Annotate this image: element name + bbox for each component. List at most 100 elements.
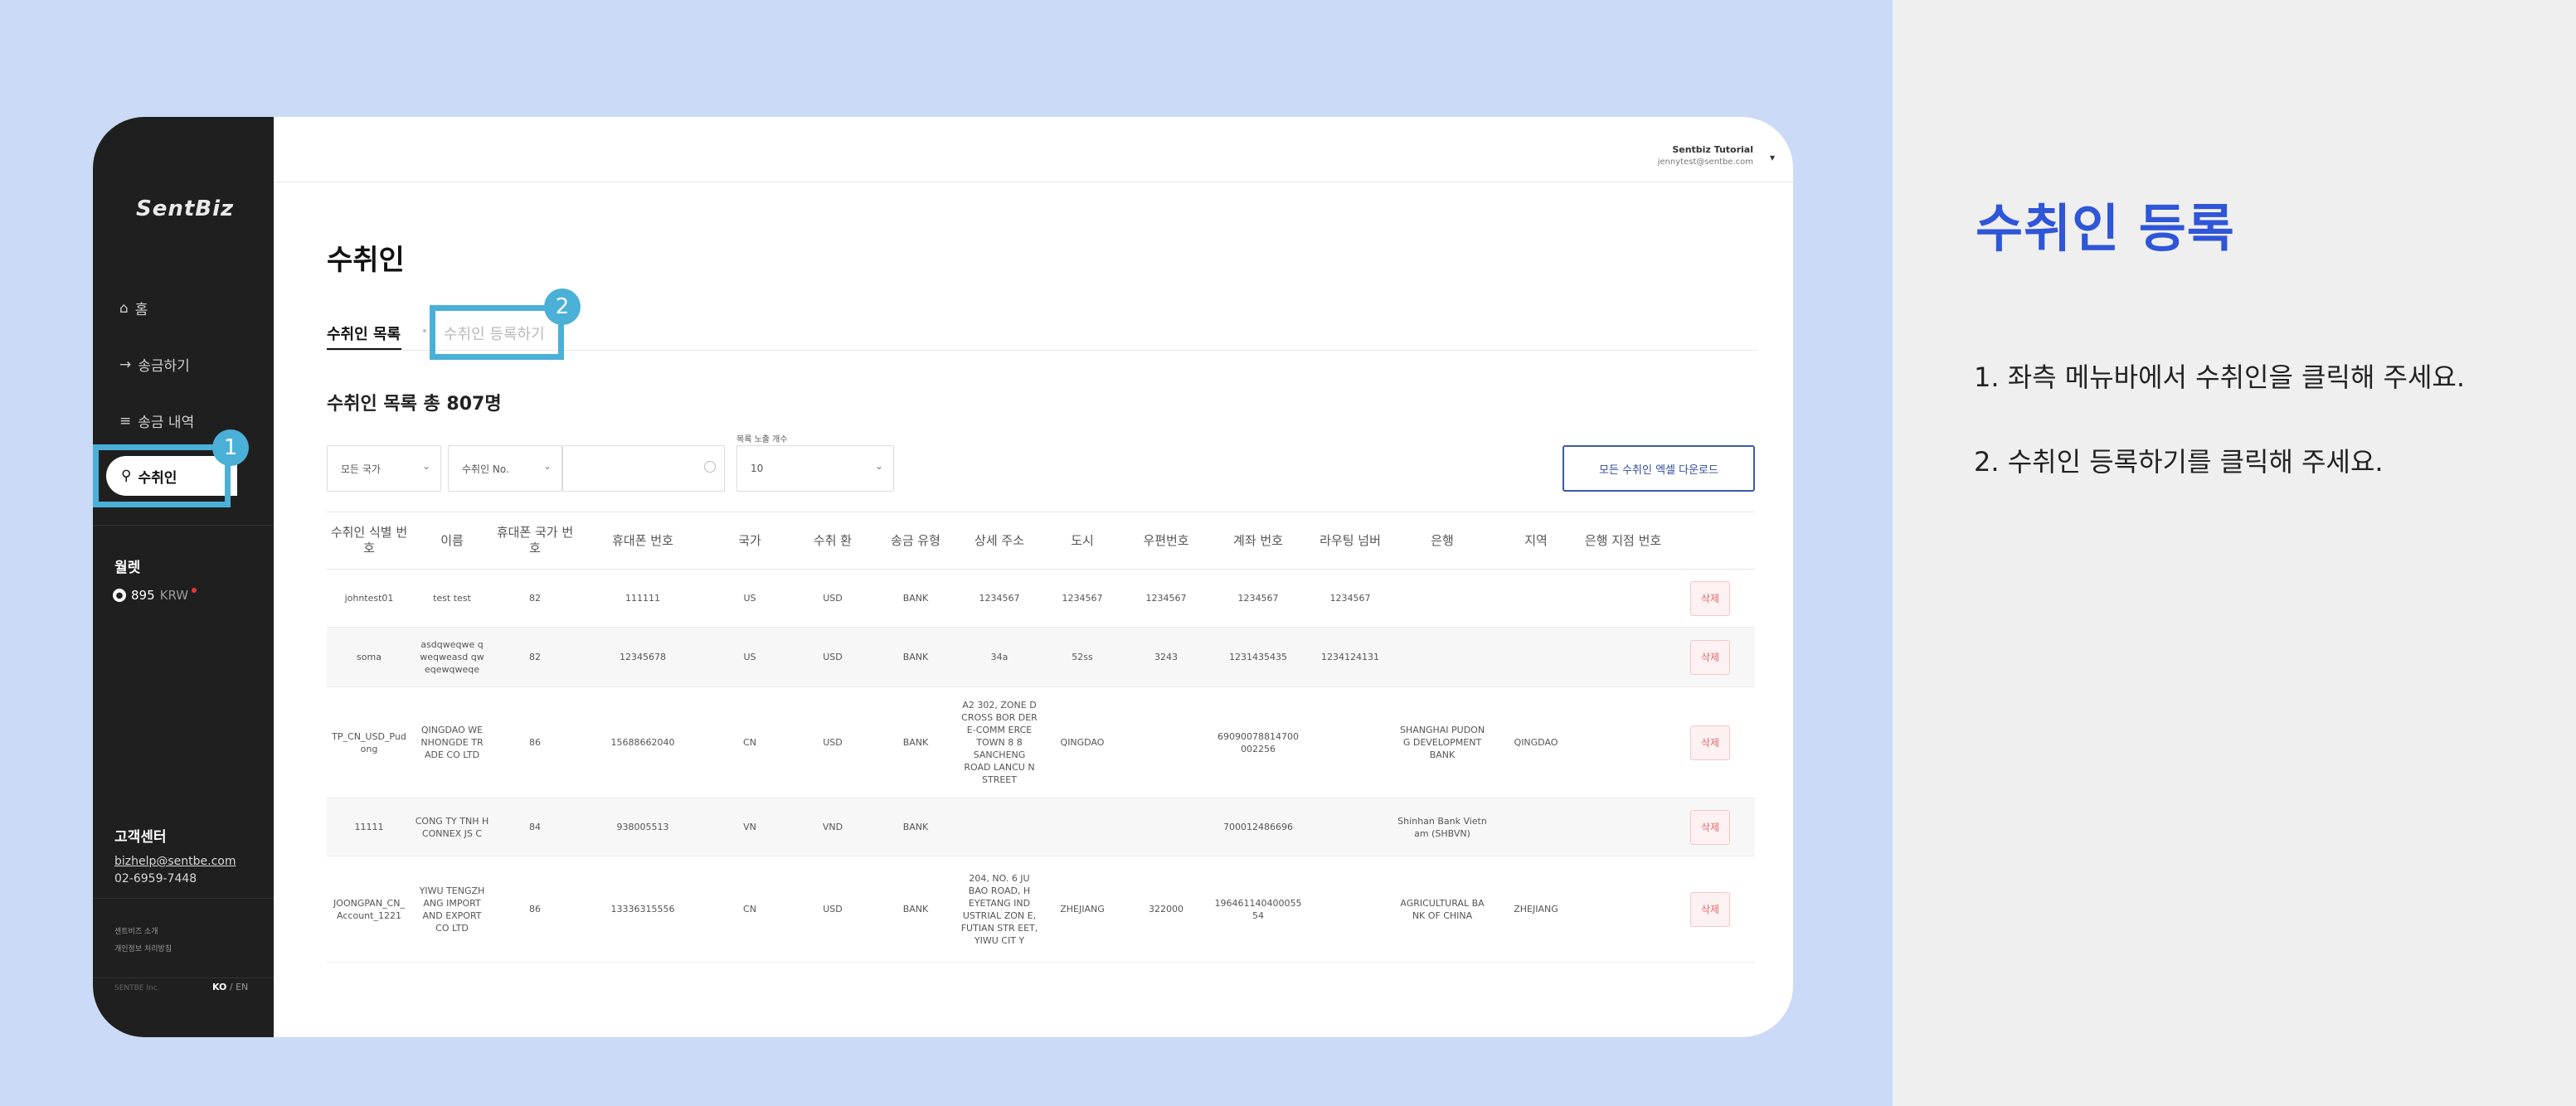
nav-send[interactable]: → 송금하기 bbox=[119, 354, 190, 376]
tab-separator bbox=[423, 329, 426, 332]
cell-address: 34a bbox=[957, 627, 1042, 687]
search-icon[interactable] bbox=[704, 461, 716, 473]
cell-zip: 1234567 bbox=[1123, 569, 1209, 628]
column-header bbox=[1665, 512, 1755, 570]
cell-bank: Shinhan Bank Vietn am (SHBVN) bbox=[1393, 798, 1491, 856]
support-phone: 02-6959-7448 bbox=[114, 872, 197, 885]
page-size-select[interactable]: 10 ⌄ bbox=[736, 445, 894, 492]
about-link[interactable]: 센트비즈 소개 bbox=[114, 925, 158, 936]
country-select[interactable]: 모든 국가 ⌄ bbox=[327, 445, 441, 492]
cell-account: 1231435435 bbox=[1209, 627, 1307, 687]
wallet-amount: 895 bbox=[131, 588, 155, 603]
korea-flag-icon: ● bbox=[113, 589, 126, 602]
cell-branch bbox=[1581, 569, 1665, 628]
cell-city: 52ss bbox=[1042, 627, 1123, 687]
cell-city: QINGDAO bbox=[1042, 686, 1123, 798]
cell-currency: USD bbox=[791, 686, 874, 798]
column-header: 상세 주소 bbox=[957, 512, 1042, 570]
support-email-link[interactable]: bizhelp@sentbe.com bbox=[114, 855, 236, 868]
delete-button[interactable]: 삭제 bbox=[1690, 809, 1730, 845]
cell-action: 삭제 bbox=[1665, 686, 1755, 798]
table-row[interactable]: johntest01 test test 82 111111 US USD BA… bbox=[327, 569, 1755, 628]
cell-name: asdqweqwe q weqweasd qw eqewqweqe bbox=[411, 627, 493, 687]
lang-ko[interactable]: KO bbox=[212, 982, 226, 992]
guide-panel: 수취인 등록 1. 좌측 메뉴바에서 수취인을 클릭해 주세요. 2. 수취인 … bbox=[1893, 0, 2576, 1106]
notification-dot bbox=[192, 588, 197, 593]
cell-region bbox=[1491, 627, 1581, 687]
cell-branch bbox=[1581, 686, 1665, 798]
cell-account: 196461140400055 54 bbox=[1209, 856, 1307, 963]
column-header: 지역 bbox=[1491, 512, 1581, 570]
cell-address: 1234567 bbox=[957, 569, 1042, 628]
cell-routing: 1234124131 bbox=[1307, 627, 1393, 687]
tab-recipient-list[interactable]: 수취인 목록 bbox=[327, 323, 401, 344]
page-size-label: 목록 노출 개수 bbox=[736, 435, 788, 444]
table-row[interactable]: JOONGPAN_CN_ Account_1221 YIWU TENGZH AN… bbox=[327, 856, 1755, 963]
guide-step-2: 2. 수취인 등록하기를 클릭해 주세요. bbox=[1974, 446, 2384, 478]
column-header: 휴대폰 국가 번호 bbox=[493, 512, 577, 570]
cell-country: VN bbox=[708, 798, 791, 856]
delete-button[interactable]: 삭제 bbox=[1690, 725, 1730, 760]
cell-phone-code: 86 bbox=[493, 856, 577, 963]
cell-phone: 938005513 bbox=[577, 798, 708, 856]
chevron-down-icon: ⌄ bbox=[874, 460, 883, 472]
cell-address: 204, NO. 6 JU BAO ROAD, H EYETANG IND US… bbox=[957, 856, 1042, 963]
cell-phone-code: 84 bbox=[493, 798, 577, 856]
cell-routing bbox=[1307, 798, 1393, 856]
company-name: SENTBE Inc. bbox=[114, 984, 160, 992]
table-row[interactable]: soma asdqweqwe q weqweasd qw eqewqweqe 8… bbox=[327, 627, 1755, 687]
cell-phone: 13336315556 bbox=[577, 856, 708, 963]
cell-type: BANK bbox=[874, 569, 957, 628]
cell-account: 700012486696 bbox=[1209, 798, 1307, 856]
home-icon: ⌂ bbox=[119, 299, 129, 317]
table-row[interactable]: 11111 CONG TY TNH H CONNEX JS C 84 93800… bbox=[327, 798, 1755, 856]
guide-title: 수취인 등록 bbox=[1976, 198, 2235, 259]
lang-en[interactable]: EN bbox=[236, 982, 248, 992]
user-name[interactable]: Sentbiz Tutorial bbox=[1672, 144, 1753, 155]
nav-home[interactable]: ⌂ 홈 bbox=[119, 298, 148, 319]
cell-bank bbox=[1393, 569, 1491, 628]
divider bbox=[93, 525, 274, 526]
cell-branch bbox=[1581, 798, 1665, 856]
cell-routing bbox=[1307, 686, 1393, 798]
column-header: 이름 bbox=[411, 512, 493, 570]
caret-down-icon[interactable]: ▾ bbox=[1770, 152, 1775, 163]
cell-country: US bbox=[708, 627, 791, 687]
column-header: 계좌 번호 bbox=[1209, 512, 1307, 570]
highlight-box-register-tab bbox=[430, 305, 564, 360]
table-header-row: 수취인 식별 번호 이름 휴대폰 국가 번호 휴대폰 번호 국가 수취 환 송금… bbox=[327, 512, 1755, 570]
column-header: 국가 bbox=[708, 512, 791, 570]
cell-address bbox=[957, 798, 1042, 856]
search-type-select[interactable]: 수취인 No. ⌄ bbox=[448, 445, 562, 492]
cell-routing bbox=[1307, 856, 1393, 963]
delete-button[interactable]: 삭제 bbox=[1690, 891, 1730, 927]
cell-bank: AGRICULTURAL BA NK OF CHINA bbox=[1393, 856, 1491, 963]
page-title: 수취인 bbox=[327, 244, 405, 277]
step-badge-1: 1 bbox=[212, 429, 249, 466]
lang-separator: / bbox=[229, 982, 233, 992]
guide-step-1: 1. 좌측 메뉴바에서 수취인을 클릭해 주세요. bbox=[1974, 361, 2466, 393]
delete-button[interactable]: 삭제 bbox=[1690, 639, 1730, 675]
table-row[interactable]: TP_CN_USD_Pud ong QINGDAO WE NHONGDE TR … bbox=[327, 686, 1755, 798]
search-input[interactable] bbox=[562, 445, 725, 492]
column-header: 은행 지점 번호 bbox=[1581, 512, 1665, 570]
search-type-value: 수취인 No. bbox=[462, 463, 509, 475]
cell-phone-code: 82 bbox=[493, 569, 577, 628]
recipient-count: 수취인 목록 총 807명 bbox=[327, 394, 502, 415]
column-header: 우편번호 bbox=[1123, 512, 1209, 570]
privacy-link[interactable]: 개인정보 처리방침 bbox=[114, 943, 172, 953]
cell-country: CN bbox=[708, 856, 791, 963]
delete-button[interactable]: 삭제 bbox=[1690, 580, 1730, 616]
cell-region: ZHEJIANG bbox=[1491, 856, 1581, 963]
wallet-balance[interactable]: ● 895 KRW bbox=[113, 588, 197, 603]
cell-phone-code: 86 bbox=[493, 686, 577, 798]
column-header: 도시 bbox=[1042, 512, 1123, 570]
nav-history[interactable]: ≡ 송금 내역 bbox=[119, 410, 194, 432]
cell-currency: USD bbox=[791, 627, 874, 687]
cell-type: BANK bbox=[874, 856, 957, 963]
cell-id: 11111 bbox=[327, 798, 411, 856]
cell-id: TP_CN_USD_Pud ong bbox=[327, 686, 411, 798]
cell-account: 1234567 bbox=[1209, 569, 1307, 628]
download-excel-button[interactable]: 모든 수취인 엑셀 다운로드 bbox=[1563, 445, 1755, 492]
arrow-right-icon: → bbox=[119, 356, 132, 373]
